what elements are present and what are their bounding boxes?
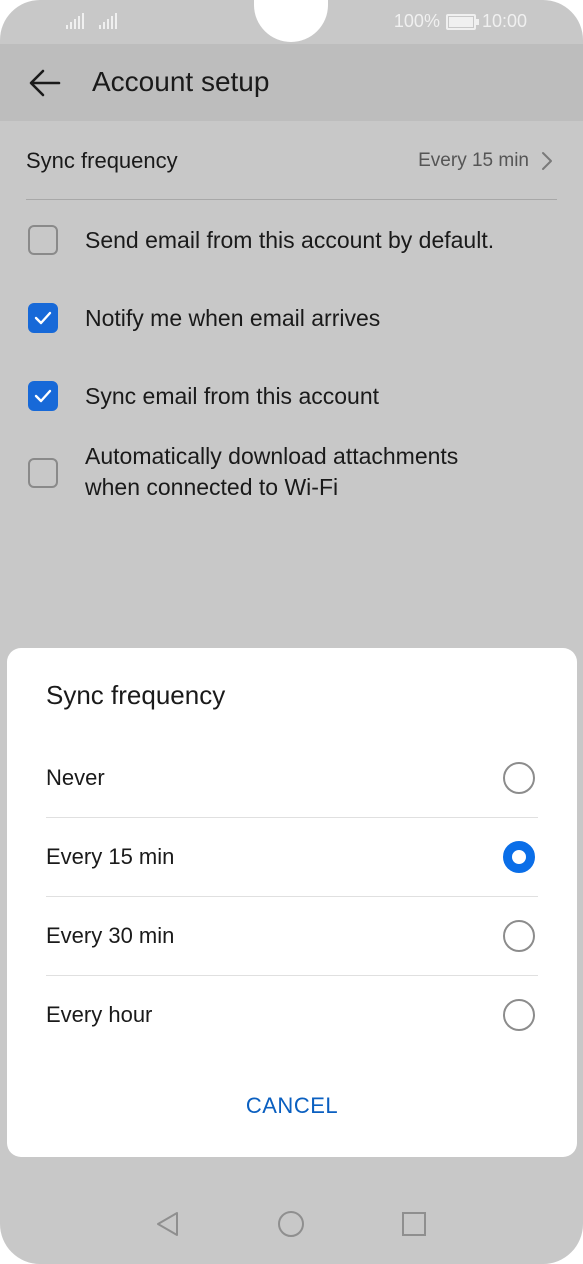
radio-button[interactable] — [503, 762, 535, 794]
sync-frequency-value: Every 15 min — [418, 150, 529, 171]
circle-home-icon — [278, 1211, 304, 1237]
battery-percent: 100% — [393, 11, 440, 31]
signal-icon — [66, 12, 84, 29]
checkbox-auto-download[interactable] — [28, 458, 58, 488]
cancel-button[interactable]: CANCEL — [7, 1093, 577, 1119]
option-never[interactable]: Never — [46, 739, 538, 818]
checkbox-notify[interactable] — [28, 303, 58, 333]
option-label: Every 30 min — [46, 923, 175, 948]
checkbox-row-send-default[interactable]: Send email from this account by default. — [28, 222, 568, 258]
app-bar: Account setup — [0, 44, 583, 121]
sync-frequency-label: Sync frequency — [26, 148, 178, 173]
back-button[interactable] — [28, 66, 62, 100]
checkbox-row-sync[interactable]: Sync email from this account — [28, 378, 568, 414]
radio-button[interactable] — [503, 920, 535, 952]
checkbox-row-notify[interactable]: Notify me when email arrives — [28, 300, 568, 336]
option-every-30-min[interactable]: Every 30 min — [46, 897, 538, 976]
clock: 10:00 — [481, 11, 527, 31]
nav-back-button[interactable] — [152, 1208, 184, 1240]
radio-button[interactable] — [503, 999, 535, 1031]
option-label: Every hour — [46, 1002, 153, 1027]
dialog-title: Sync frequency — [46, 680, 226, 710]
option-every-hour[interactable]: Every hour — [46, 976, 538, 1055]
system-nav-bar — [0, 1192, 583, 1264]
status-bar: 100% 10:00 — [0, 0, 583, 44]
option-label: Never — [46, 765, 105, 790]
check-icon — [34, 389, 52, 403]
sync-frequency-row[interactable]: Sync frequency Every 15 min — [26, 121, 557, 200]
page-title: Account setup — [92, 66, 270, 97]
nav-recents-button[interactable] — [398, 1208, 430, 1240]
triangle-back-icon — [157, 1212, 178, 1236]
checkbox-label: Sync email from this account — [85, 383, 380, 409]
sync-frequency-dialog: Sync frequency Never Every 15 min Every … — [7, 648, 577, 1157]
checkbox-label: Send email from this account by default. — [85, 227, 495, 253]
checkbox-row-auto-download[interactable]: Automatically download attachments when … — [28, 441, 568, 511]
checkbox-label: Automatically download attachments when … — [85, 441, 458, 503]
nav-home-button[interactable] — [275, 1208, 307, 1240]
battery-icon — [445, 13, 479, 30]
checkbox-label: Notify me when email arrives — [85, 305, 381, 331]
option-label: Every 15 min — [46, 844, 175, 869]
phone-screen: 100% 10:00 Account setup Sync frequency … — [0, 0, 583, 1264]
checkbox-sync[interactable] — [28, 381, 58, 411]
status-right: 100% 10:00 — [394, 11, 527, 32]
arrow-left-icon — [29, 69, 61, 97]
camera-notch — [254, 0, 328, 42]
checkbox-send-default[interactable] — [28, 225, 58, 255]
check-icon — [34, 311, 52, 325]
square-recents-icon — [402, 1212, 426, 1236]
signal-icon — [99, 12, 117, 29]
radio-button-selected[interactable] — [503, 841, 535, 873]
chevron-right-icon — [542, 152, 552, 170]
checkbox-label-line2: when connected to Wi-Fi — [85, 474, 339, 500]
option-every-15-min[interactable]: Every 15 min — [46, 818, 538, 897]
checkbox-label-line1: Automatically download attachments — [85, 443, 459, 469]
